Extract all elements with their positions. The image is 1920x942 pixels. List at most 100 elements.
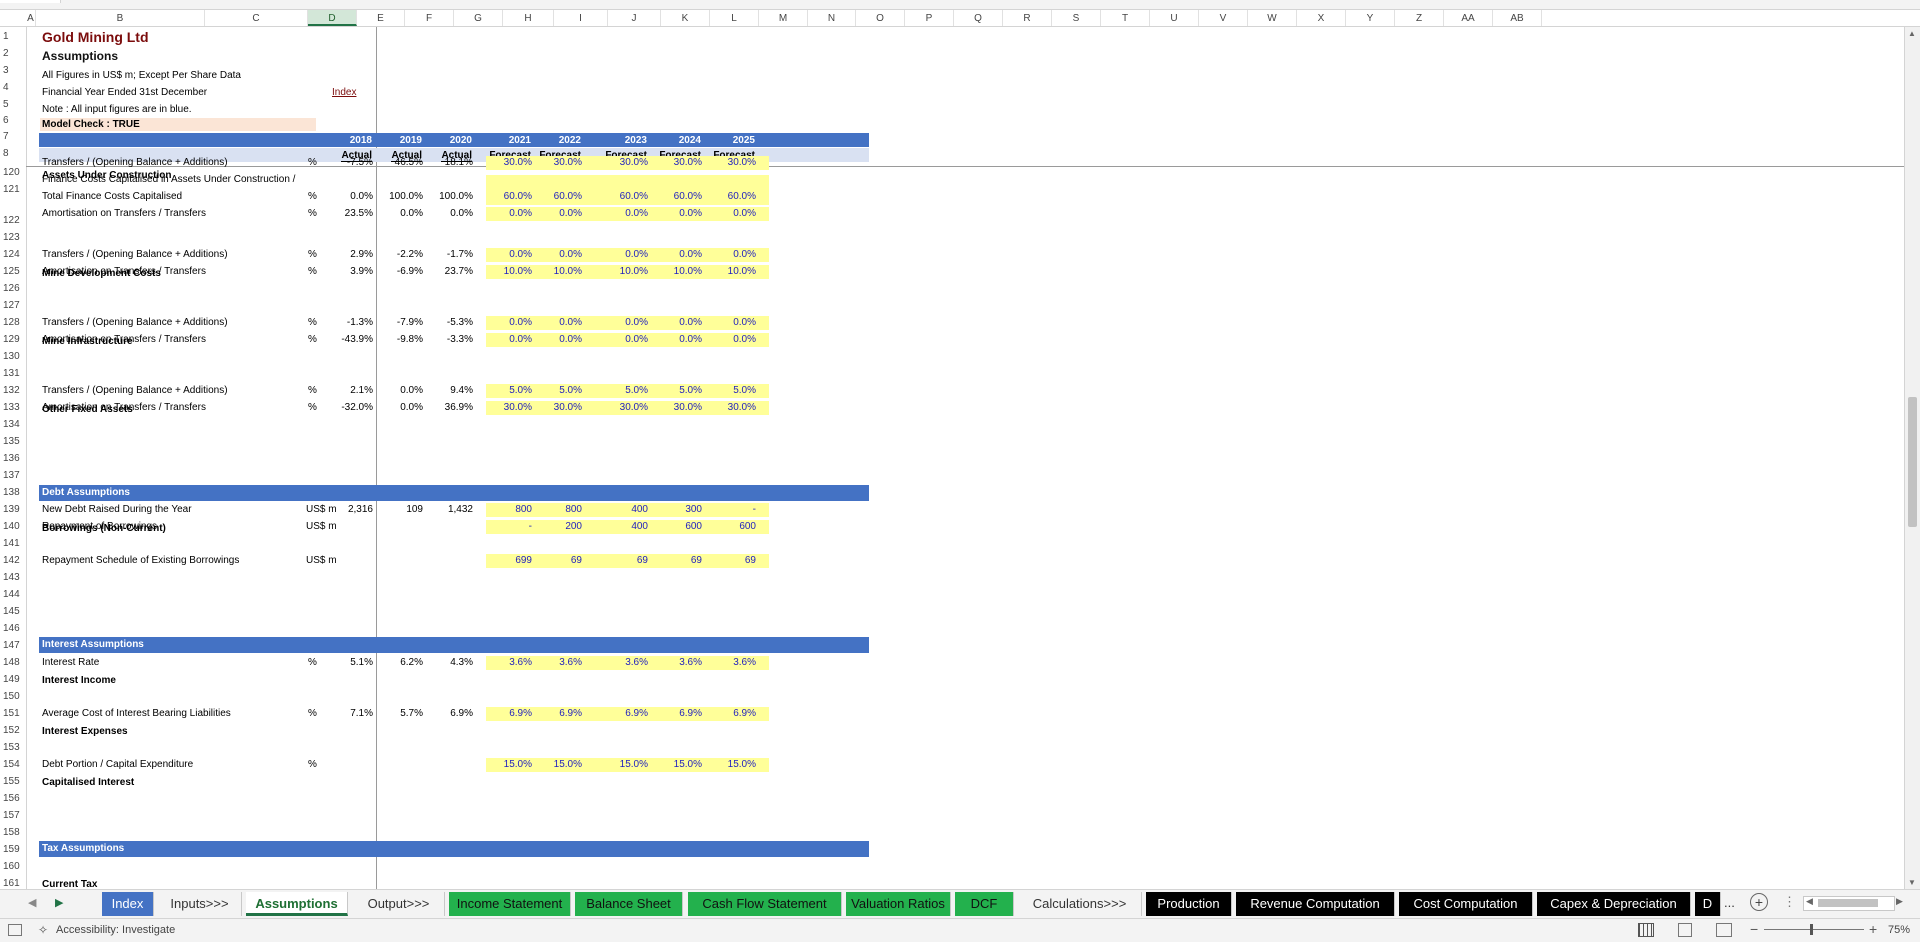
row-header[interactable]: 130 [0, 351, 25, 362]
tab-cash-flow-statement[interactable]: Cash Flow Statement [688, 892, 842, 916]
column-header-d[interactable]: D [308, 10, 357, 26]
value-cell[interactable]: 3.6% [625, 657, 648, 668]
tab-balance-sheet[interactable]: Balance Sheet [575, 892, 683, 916]
value-cell[interactable]: 60.0% [554, 191, 582, 202]
value-cell[interactable]: 0.0% [625, 334, 648, 345]
value-cell[interactable]: 15.0% [620, 759, 648, 770]
column-header-g[interactable]: G [454, 10, 503, 26]
value-cell[interactable]: 6.9% [509, 708, 532, 719]
horizontal-scrollbar[interactable]: ◀ [1803, 896, 1895, 911]
index-link[interactable]: Index [332, 87, 356, 98]
row-header[interactable]: 159 [0, 844, 25, 855]
column-header-q[interactable]: Q [954, 10, 1003, 26]
value-cell[interactable]: 0.0% [450, 208, 473, 219]
tab-income-statement[interactable]: Income Statement [449, 892, 571, 916]
value-cell[interactable]: 30.0% [674, 402, 702, 413]
value-cell[interactable]: 0.0% [509, 208, 532, 219]
sheet-grid[interactable]: Gold Mining Ltd Assumptions All Figures … [26, 27, 1904, 889]
value-cell[interactable]: 7.1% [350, 708, 373, 719]
row-header[interactable]: 6 [0, 115, 25, 126]
value-cell[interactable]: 10.0% [674, 266, 702, 277]
accessibility-icon[interactable]: ✧ [38, 923, 48, 937]
value-cell[interactable]: 6.9% [450, 708, 473, 719]
value-cell[interactable]: 0.0% [733, 249, 756, 260]
value-cell[interactable]: 100.0% [439, 191, 473, 202]
value-cell[interactable]: 0.0% [509, 249, 532, 260]
value-cell[interactable]: 0.0% [679, 208, 702, 219]
column-header-w[interactable]: W [1248, 10, 1297, 26]
value-cell[interactable]: 6.2% [400, 657, 423, 668]
value-cell[interactable]: 23.7% [445, 266, 473, 277]
value-cell[interactable]: 0.0% [679, 249, 702, 260]
hscroll-thumb[interactable] [1818, 899, 1878, 907]
normal-view-icon[interactable] [1638, 923, 1654, 937]
row-header[interactable]: 158 [0, 827, 25, 838]
tab-revenue-computation[interactable]: Revenue Computation [1236, 892, 1395, 916]
column-header-k[interactable]: K [661, 10, 710, 26]
value-cell[interactable]: 5.1% [350, 657, 373, 668]
value-cell[interactable]: 3.6% [559, 657, 582, 668]
row-header[interactable]: 143 [0, 572, 25, 583]
value-cell[interactable]: 0.0% [733, 317, 756, 328]
tab-inputs[interactable]: Inputs>>> [158, 892, 242, 916]
value-cell[interactable]: 30.0% [504, 402, 532, 413]
value-cell[interactable]: 3.9% [350, 266, 373, 277]
value-cell[interactable]: 0.0% [509, 334, 532, 345]
value-cell[interactable]: 69 [637, 555, 648, 566]
value-cell[interactable]: 0.0% [559, 317, 582, 328]
tab-index[interactable]: Index [102, 892, 154, 916]
value-cell[interactable]: 30.0% [554, 402, 582, 413]
column-header-b[interactable]: B [36, 10, 205, 26]
value-cell[interactable]: 30.0% [728, 402, 756, 413]
value-cell[interactable]: -9.8% [397, 334, 423, 345]
zoom-out-icon[interactable]: − [1750, 921, 1758, 937]
value-cell[interactable]: 5.0% [679, 385, 702, 396]
column-header-c[interactable]: C [205, 10, 308, 26]
column-header-v[interactable]: V [1199, 10, 1248, 26]
value-cell[interactable]: 0.0% [625, 317, 648, 328]
row-header[interactable]: 147 [0, 640, 25, 651]
value-cell[interactable]: 60.0% [728, 191, 756, 202]
row-header[interactable]: 138 [0, 487, 25, 498]
value-cell[interactable]: 6.9% [733, 708, 756, 719]
row-header[interactable]: 134 [0, 419, 25, 430]
value-cell[interactable]: 0.0% [559, 208, 582, 219]
value-cell[interactable]: 10.0% [554, 266, 582, 277]
value-cell[interactable]: 400 [631, 521, 648, 532]
row-header[interactable]: 7 [0, 131, 25, 142]
column-header-o[interactable]: O [856, 10, 905, 26]
value-cell[interactable]: 600 [739, 521, 756, 532]
value-cell[interactable]: -2.2% [397, 249, 423, 260]
row-header[interactable]: 151 [0, 708, 25, 719]
tab-dcf[interactable]: DCF [955, 892, 1014, 916]
value-cell[interactable]: 6.9% [559, 708, 582, 719]
value-cell[interactable]: 300 [685, 504, 702, 515]
row-header[interactable]: 127 [0, 300, 25, 311]
row-header[interactable]: 3 [0, 65, 25, 76]
column-header-l[interactable]: L [710, 10, 759, 26]
value-cell[interactable]: 600 [685, 521, 702, 532]
value-cell[interactable]: 0.0% [733, 334, 756, 345]
value-cell[interactable]: 15.0% [554, 759, 582, 770]
row-header[interactable]: 1 [0, 31, 25, 42]
row-header[interactable]: 139 [0, 504, 25, 515]
value-cell[interactable]: 15.0% [504, 759, 532, 770]
row-header[interactable]: 150 [0, 691, 25, 702]
row-header[interactable]: 123 [0, 232, 25, 243]
value-cell[interactable]: - [753, 504, 756, 515]
column-header-e[interactable]: E [357, 10, 405, 26]
row-header[interactable]: 155 [0, 776, 25, 787]
value-cell[interactable]: 6.9% [625, 708, 648, 719]
value-cell[interactable]: 200 [565, 521, 582, 532]
value-cell[interactable]: 23.5% [345, 208, 373, 219]
value-cell[interactable]: 0.0% [400, 385, 423, 396]
value-cell[interactable]: -1.3% [347, 317, 373, 328]
accessibility-status[interactable]: Accessibility: Investigate [56, 924, 175, 936]
row-header[interactable]: 140 [0, 521, 25, 532]
row-header[interactable]: 124 [0, 249, 25, 260]
value-cell[interactable]: -1.7% [447, 249, 473, 260]
row-header[interactable]: 157 [0, 810, 25, 821]
value-cell[interactable]: -3.3% [447, 334, 473, 345]
row-header[interactable]: 8 [0, 148, 25, 159]
value-cell[interactable]: -7.9% [397, 317, 423, 328]
